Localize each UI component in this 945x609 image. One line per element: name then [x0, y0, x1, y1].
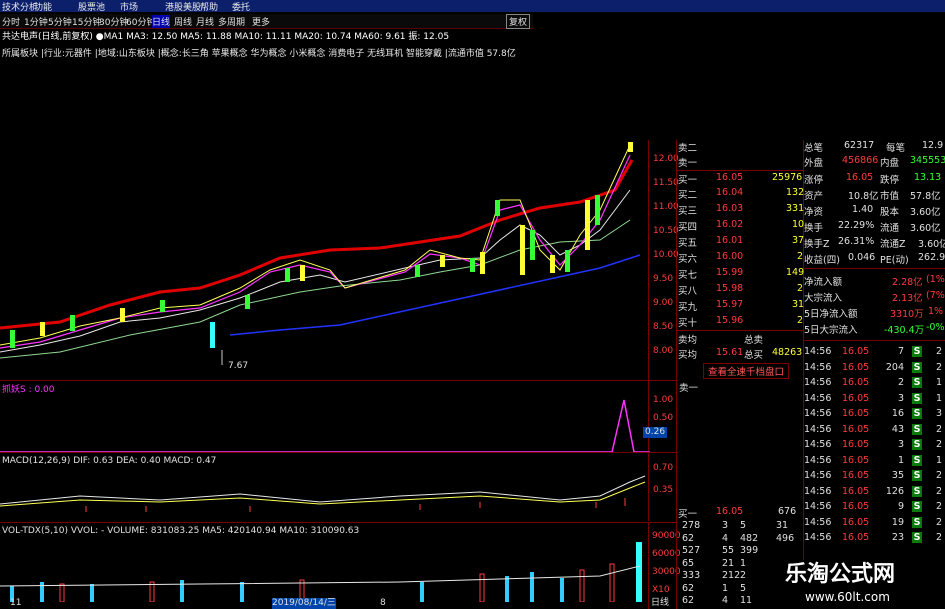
- period-toolbar: 分时 1分钟 5分钟 15分钟 30分钟 60分钟 日线 周线 月线 多周期 更…: [0, 14, 533, 29]
- sell-row: 卖二: [678, 143, 698, 154]
- period-tab[interactable]: 月线: [196, 15, 214, 28]
- panel-divider: [0, 452, 676, 453]
- indicator1-axis: 1.00 0.50 0.26: [643, 381, 677, 451]
- bottom-buy-row: 买一 16.05 676: [678, 506, 797, 520]
- tick-row: 14:56 16.05 2 S 1: [804, 377, 943, 388]
- chart-title-line: 共达电声(日线,前复权) ●MA1 MA3: 12.50 MA5: 11.88 …: [2, 32, 450, 42]
- buy-row: 买五 16.01 37: [678, 235, 805, 249]
- tick-row: 14:56 16.05 126 S 2: [804, 485, 943, 497]
- buy-row: 买九 15.97 31: [678, 299, 805, 313]
- indicator1-value: 0.26: [643, 427, 668, 438]
- tick-row: 14:56 16.05 3 S 2: [804, 439, 943, 450]
- full-depth-button[interactable]: 查看全速千档盘口: [703, 363, 790, 379]
- panel-divider: [0, 522, 676, 523]
- date-label: 2019/08/14/三: [272, 598, 336, 609]
- period-tab[interactable]: 1分钟: [24, 15, 48, 28]
- indicator1-chart[interactable]: [0, 395, 650, 455]
- bottom-period-tab[interactable]: 日线: [651, 598, 669, 609]
- menu-item[interactable]: 技术分析: [2, 0, 38, 13]
- bottom-row: 62 4 482 496: [682, 532, 795, 544]
- period-tab[interactable]: 5分钟: [48, 15, 72, 28]
- adjust-button[interactable]: 复权: [506, 14, 531, 29]
- menu-item[interactable]: 功能: [34, 0, 52, 13]
- buy-row: 买七 15.99 149: [678, 267, 805, 281]
- menu-item[interactable]: 港股美股: [165, 0, 201, 13]
- sell-row: 卖一: [678, 158, 698, 169]
- avg-buy-row: 买均 15.61 总买 48263: [678, 347, 803, 361]
- period-tab[interactable]: 多周期: [218, 15, 245, 28]
- period-tab[interactable]: 分时: [2, 15, 20, 28]
- stat-row: 净资 1.40 股本 3.60亿: [804, 204, 941, 218]
- tick-row: 14:56 16.05 204 S 2: [804, 361, 943, 373]
- date-label: 8: [380, 598, 386, 608]
- buy-row: 买一 16.05 25976: [678, 172, 803, 186]
- buy-row: 买六 16.00 2: [678, 251, 804, 265]
- menu-bar: 技术分析 功能 股票池 市场 港股美股 帮助 委托: [0, 0, 945, 13]
- tick-row: 14:56 16.05 35 S 2: [804, 470, 943, 481]
- watermark: 乐淘公式网 www.60lt.com: [775, 560, 945, 609]
- date-label: 11: [10, 598, 22, 608]
- stats-divider: [804, 268, 945, 269]
- menu-item[interactable]: 市场: [120, 0, 138, 13]
- stat-row: 总笔 62317 每笔 12.9: [804, 140, 944, 154]
- tick-row: 14:56 16.05 16 S 3: [804, 408, 943, 419]
- menu-item[interactable]: 帮助: [200, 0, 218, 13]
- price-axis: 12.00 11.50 11.00 10.50 10.00 9.50 9.00 …: [648, 140, 679, 380]
- buy-row: 买八 15.98 2: [678, 283, 804, 297]
- sell-one-label: 卖一: [679, 383, 699, 394]
- volume-chart[interactable]: [0, 536, 650, 602]
- tick-row: 14:56 16.05 9 S 2: [804, 501, 943, 512]
- flow-row: 大宗流入 2.13亿 (7%: [804, 290, 945, 304]
- tick-row: 14:56 16.05 43 S 2: [804, 423, 943, 435]
- panel-divider: [0, 380, 676, 381]
- macd-axis: 0.70 0.35: [648, 453, 677, 521]
- flow-row: 5日净流入额 3310万 1%: [804, 306, 944, 320]
- tick-row: 14:56 16.05 7 S 2: [804, 346, 943, 357]
- stat-row: 资产 10.8亿 市值 57.8亿: [804, 191, 941, 202]
- volume-axis: 90000 60000 30000 X10: [648, 523, 681, 609]
- stat-row: 外盘 456866 内盘 345553: [804, 155, 945, 169]
- tick-row: 14:56 16.05 19 S 2: [804, 516, 943, 528]
- candles: [10, 142, 633, 348]
- period-tab[interactable]: 更多: [252, 15, 270, 28]
- stat-row: 涨停 16.05 跌停 13.13: [804, 172, 942, 186]
- low-label: 7.67: [228, 361, 249, 371]
- buy-row: 买四 16.02 10: [678, 219, 805, 233]
- bottom-row: 278 3 5 31: [682, 520, 789, 531]
- tick-row: 14:56 16.05 3 S 1: [804, 392, 943, 404]
- period-tab[interactable]: 30分钟: [99, 15, 128, 28]
- period-tab[interactable]: 周线: [174, 15, 192, 28]
- stat-row: 收益(四) 0.046 PE(动) 262.9: [804, 252, 945, 266]
- tick-row: 14:56 16.05 23 S 2: [804, 532, 943, 543]
- bottom-row: 527 55 399: [682, 545, 759, 556]
- ma3-line: [0, 144, 631, 346]
- ma20-line: [0, 219, 631, 359]
- flow-row: 5日大宗流入 -430.4万 -0%: [804, 322, 945, 336]
- buy-row: 买三 16.03 331: [678, 203, 805, 217]
- flow-row: 净流入额 2.28亿 (1%: [804, 274, 945, 288]
- flows-divider: [804, 340, 945, 341]
- period-tab[interactable]: 日线: [152, 15, 171, 28]
- period-tab[interactable]: 15分钟: [72, 15, 101, 28]
- avg-sell-row: 卖均 总卖: [678, 335, 764, 346]
- macd-chart[interactable]: [0, 466, 650, 524]
- buy-row: 买二 16.04 132: [678, 187, 805, 201]
- kline-chart[interactable]: [0, 60, 675, 390]
- menu-item[interactable]: 委托: [232, 0, 250, 13]
- tick-row: 14:56 16.05 1 S 1: [804, 454, 943, 466]
- menu-item[interactable]: 股票池: [78, 0, 105, 13]
- orderbook-divider: [676, 170, 804, 171]
- stat-row: 换手 22.29% 流通 3.60亿: [804, 220, 941, 234]
- buy-row: 买十 15.96 2: [678, 315, 804, 329]
- concept-line: 所属板块 |行业:元器件 |地域:山东板块 |概念:长三角 苹果概念 华为概念 …: [2, 49, 516, 59]
- watermark-title: 乐淘公式网: [785, 562, 896, 587]
- watermark-url: www.60lt.com: [805, 590, 890, 604]
- stat-row: 换手Z 26.31% 流通Z 3.60亿: [804, 236, 945, 250]
- orderbook-divider: [676, 330, 804, 331]
